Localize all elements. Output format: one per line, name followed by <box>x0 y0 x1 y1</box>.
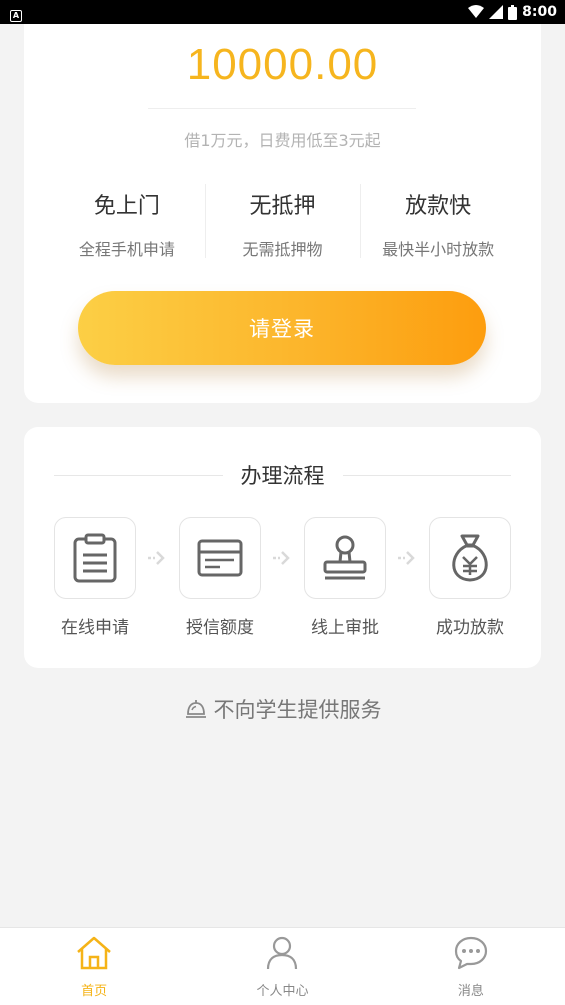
process-card: 办理流程 在线申请 授信额度 线上审批 成功放款 <box>24 427 541 668</box>
loan-summary-card: 10000.00 借1万元，日费用低至3元起 免上门 全程手机申请 无抵押 无需… <box>24 24 541 403</box>
card-icon <box>197 539 243 577</box>
bottom-nav: 首页 个人中心 消息 <box>0 927 565 1005</box>
feature-list: 免上门 全程手机申请 无抵押 无需抵押物 放款快 最快半小时放款 <box>49 184 516 259</box>
feature-desc: 全程手机申请 <box>78 240 175 259</box>
title-divider-left <box>54 474 223 476</box>
feature-item: 放款快 最快半小时放款 <box>360 184 516 259</box>
step-label: 线上审批 <box>311 618 379 638</box>
feature-title: 无抵押 <box>249 194 316 219</box>
status-time: 8:00 <box>522 4 557 20</box>
notice-text: 不向学生提供服务 <box>213 698 382 722</box>
nav-label: 首页 <box>81 984 108 999</box>
login-button[interactable]: 请登录 <box>78 291 486 365</box>
step-icon-box <box>429 517 511 599</box>
status-left: A <box>10 3 22 22</box>
chat-icon <box>452 934 490 972</box>
loan-amount: 10000.00 <box>186 40 379 89</box>
process-title: 办理流程 <box>240 464 325 488</box>
status-bar: A 8:00 <box>0 0 565 24</box>
nav-item-home[interactable]: 首页 <box>0 928 188 1005</box>
title-divider-right <box>342 474 511 476</box>
feature-desc: 最快半小时放款 <box>382 240 495 259</box>
nav-item-messages[interactable]: 消息 <box>377 928 565 1005</box>
fee-note: 借1万元，日费用低至3元起 <box>184 131 381 150</box>
step-icon-box <box>179 517 261 599</box>
process-step: 授信额度 <box>178 517 262 638</box>
process-step: 成功放款 <box>428 517 512 638</box>
bell-icon <box>185 700 206 718</box>
nav-label: 个人中心 <box>256 984 309 999</box>
feature-title: 免上门 <box>93 194 160 219</box>
process-step: 线上审批 <box>303 517 387 638</box>
step-label: 成功放款 <box>436 618 504 638</box>
step-label: 授信额度 <box>186 618 254 638</box>
app-notification-icon: A <box>10 9 22 22</box>
battery-icon <box>508 4 518 20</box>
step-icon-box <box>54 517 136 599</box>
nav-item-profile[interactable]: 个人中心 <box>188 928 376 1005</box>
wifi-icon <box>468 5 485 18</box>
process-title-row: 办理流程 <box>54 460 511 490</box>
student-notice: 不向学生提供服务 <box>0 694 565 724</box>
user-icon <box>263 934 301 972</box>
step-icon-box <box>304 517 386 599</box>
money-bag-icon <box>452 534 488 582</box>
feature-title: 放款快 <box>405 194 472 219</box>
nav-label: 消息 <box>457 984 484 999</box>
stamp-icon <box>323 535 367 580</box>
status-right: 8:00 <box>468 4 557 20</box>
feature-desc: 无需抵押物 <box>242 240 323 259</box>
home-icon <box>75 934 113 972</box>
chevron-right-icon <box>273 551 290 565</box>
process-step: 在线申请 <box>53 517 137 638</box>
clipboard-icon <box>73 533 117 583</box>
feature-item: 免上门 全程手机申请 <box>49 184 205 259</box>
process-steps: 在线申请 授信额度 线上审批 成功放款 <box>53 517 513 638</box>
chevron-right-icon <box>398 551 415 565</box>
step-label: 在线申请 <box>61 618 129 638</box>
chevron-right-icon <box>148 551 165 565</box>
cellular-signal-icon <box>489 5 504 19</box>
feature-item: 无抵押 无需抵押物 <box>204 184 361 259</box>
amount-divider <box>148 108 416 109</box>
